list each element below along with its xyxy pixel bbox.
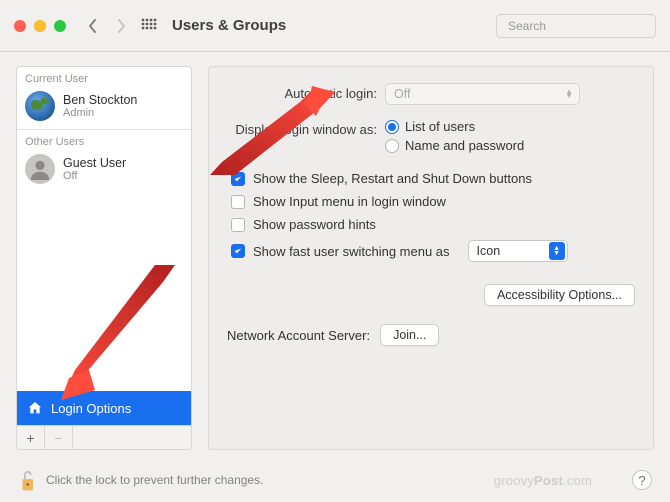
body: Current User Ben Stockton Admin Other Us… xyxy=(0,52,670,456)
user-role: Admin xyxy=(63,107,137,119)
checkbox-sleep-restart-shutdown[interactable]: Show the Sleep, Restart and Shut Down bu… xyxy=(231,171,635,186)
window-title: Users & Groups xyxy=(172,17,286,34)
avatar-earth-icon xyxy=(25,91,55,121)
add-user-button[interactable]: + xyxy=(17,426,45,449)
user-name: Guest User xyxy=(63,156,126,170)
users-sidebar: Current User Ben Stockton Admin Other Us… xyxy=(16,66,192,450)
display-window-label: Display login window as: xyxy=(227,119,385,137)
login-options-panel: Automatic login: Off ▲▼ Display login wi… xyxy=(208,66,654,450)
search-field[interactable] xyxy=(496,14,656,38)
checkbox-icon xyxy=(231,172,245,186)
join-button[interactable]: Join... xyxy=(380,324,439,346)
search-input[interactable] xyxy=(508,19,663,33)
auto-login-value: Off xyxy=(394,87,410,101)
chevron-updown-icon: ▲▼ xyxy=(549,242,565,260)
lock-hint-text: Click the lock to prevent further change… xyxy=(46,473,263,487)
watermark: groovyPost.com xyxy=(494,473,592,488)
sidebar-footer: + − . xyxy=(17,425,191,449)
checkbox-icon xyxy=(231,218,245,232)
show-all-icon[interactable] xyxy=(140,17,158,35)
auto-login-label: Automatic login: xyxy=(227,83,385,101)
radio-icon xyxy=(385,120,399,134)
checkbox-input-menu[interactable]: Show Input menu in login window xyxy=(231,194,635,209)
radio-icon xyxy=(385,139,399,153)
close-window-button[interactable] xyxy=(14,20,26,32)
user-row-guest[interactable]: Guest User Off xyxy=(17,150,191,190)
unlocked-lock-icon[interactable] xyxy=(18,469,36,491)
login-options-row[interactable]: Login Options xyxy=(17,391,191,425)
avatar-guest-icon xyxy=(25,154,55,184)
toolbar: Users & Groups xyxy=(0,0,670,52)
checkbox-password-hints[interactable]: Show password hints xyxy=(231,217,635,232)
remove-user-button[interactable]: − xyxy=(45,426,73,449)
login-options-label: Login Options xyxy=(51,401,131,416)
checkbox-icon xyxy=(231,195,245,209)
section-current-user: Current User xyxy=(17,67,191,87)
checkbox-icon xyxy=(231,244,245,258)
chevron-updown-icon: ▲▼ xyxy=(565,90,573,98)
help-button[interactable]: ? xyxy=(632,470,652,490)
zoom-window-button[interactable] xyxy=(54,20,66,32)
forward-button[interactable] xyxy=(112,14,130,38)
auto-login-select[interactable]: Off ▲▼ xyxy=(385,83,580,105)
section-other-users: Other Users xyxy=(17,129,191,150)
user-role: Off xyxy=(63,170,126,182)
house-icon xyxy=(27,400,43,416)
back-button[interactable] xyxy=(84,14,102,38)
radio-name-and-password[interactable]: Name and password xyxy=(385,138,635,153)
window-controls xyxy=(14,20,66,32)
network-account-label: Network Account Server: xyxy=(227,328,370,343)
user-name: Ben Stockton xyxy=(63,93,137,107)
radio-list-of-users[interactable]: List of users xyxy=(385,119,635,134)
minimize-window-button[interactable] xyxy=(34,20,46,32)
checkbox-fast-user-switching[interactable]: Show fast user switching menu as Icon ▲▼ xyxy=(231,240,635,262)
fast-switching-select[interactable]: Icon ▲▼ xyxy=(468,240,568,262)
accessibility-options-button[interactable]: Accessibility Options... xyxy=(484,284,635,306)
user-row-current[interactable]: Ben Stockton Admin xyxy=(17,87,191,127)
prefs-window: Users & Groups Current User Ben Stockton… xyxy=(0,0,670,502)
